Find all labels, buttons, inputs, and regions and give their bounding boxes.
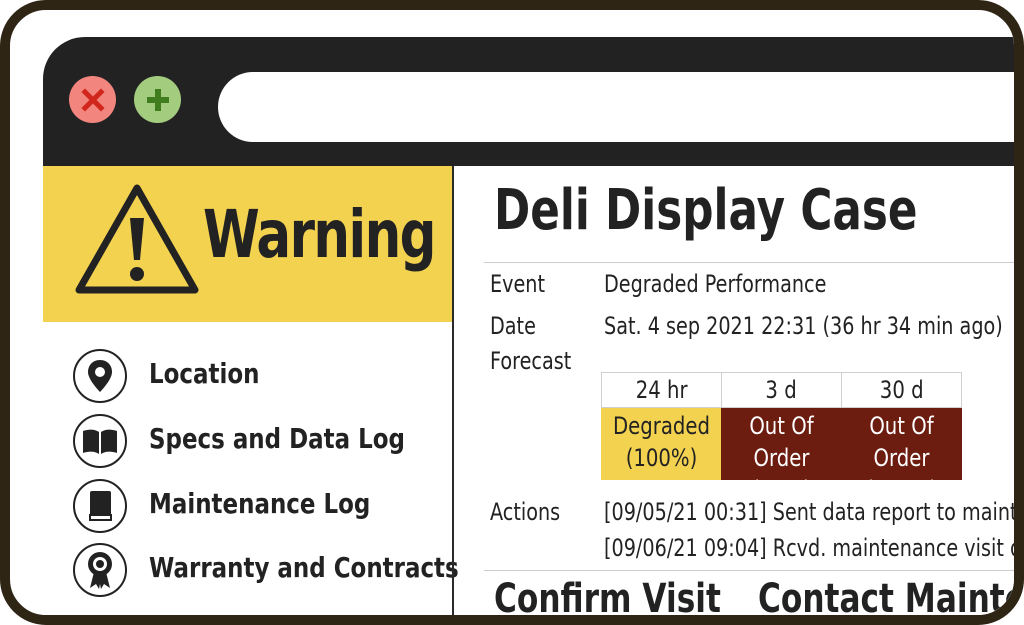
date-label: Date [490, 312, 536, 340]
closed-book-icon [73, 479, 127, 533]
forecast-period-header: 24 hr [601, 372, 722, 408]
date-value: Sat. 4 sep 2021 22:31 (36 hr 34 min ago) [604, 312, 1003, 340]
open-book-icon [73, 414, 127, 468]
action-entry: [09/06/21 09:04] Rcvd. maintenance visit… [604, 534, 1024, 562]
warning-banner: Warning [43, 166, 452, 322]
close-button[interactable] [69, 76, 116, 123]
sidebar: Warning Location Specs and Data Log Main… [43, 166, 459, 615]
sidebar-item-label: Maintenance Log [149, 487, 371, 520]
actions-label: Actions [490, 498, 561, 526]
award-ribbon-icon [73, 543, 127, 597]
warning-triangle-icon [75, 184, 199, 294]
add-button[interactable] [134, 76, 181, 123]
event-value: Degraded Performance [604, 270, 827, 298]
event-label: Event [490, 270, 546, 298]
divider-line [484, 570, 1014, 571]
plus-icon [146, 88, 169, 111]
sidebar-item-warranty[interactable]: Warranty and Contracts [73, 543, 459, 601]
forecast-status-cell: Out Of Order (100%) [841, 408, 962, 504]
app-window: Warning Location Specs and Data Log Main… [43, 37, 1024, 625]
content-area: Warning Location Specs and Data Log Main… [43, 166, 1024, 625]
page-title: Deli Display Case [494, 178, 918, 243]
sidebar-item-label: Specs and Data Log [149, 422, 405, 455]
action-entry: [09/05/21 00:31] Sent data report to mai… [604, 498, 1024, 526]
sidebar-item-specs[interactable]: Specs and Data Log [73, 414, 453, 472]
address-bar[interactable] [218, 72, 1014, 142]
play-arrow-icon[interactable] [682, 617, 716, 625]
sidebar-item-location[interactable]: Location [73, 349, 453, 407]
device-frame: Warning Location Specs and Data Log Main… [0, 0, 1024, 625]
confirm-visit-button[interactable]: Confirm Visit [494, 576, 721, 615]
title-bar [43, 37, 1014, 166]
forecast-period-header: 30 d [841, 372, 962, 408]
detail-panel: Deli Display Case Event Degraded Perform… [454, 166, 1024, 625]
forecast-period-header: 3 d [721, 372, 842, 408]
sidebar-item-label: Location [149, 357, 260, 390]
close-x-icon [80, 87, 105, 112]
forecast-status-cell: Out Of Order (68%) [721, 408, 842, 504]
forecast-status-cell: Degraded (100%) [601, 408, 722, 480]
contact-maintenance-button[interactable]: Contact Maintenar [758, 576, 1014, 615]
warning-label: Warning [203, 196, 437, 273]
sidebar-item-maintenance-log[interactable]: Maintenance Log [73, 479, 453, 537]
map-pin-icon [73, 349, 127, 403]
sidebar-item-label: Warranty and Contracts [149, 551, 459, 584]
forecast-label: Forecast [490, 347, 572, 375]
divider-line [484, 262, 1014, 263]
